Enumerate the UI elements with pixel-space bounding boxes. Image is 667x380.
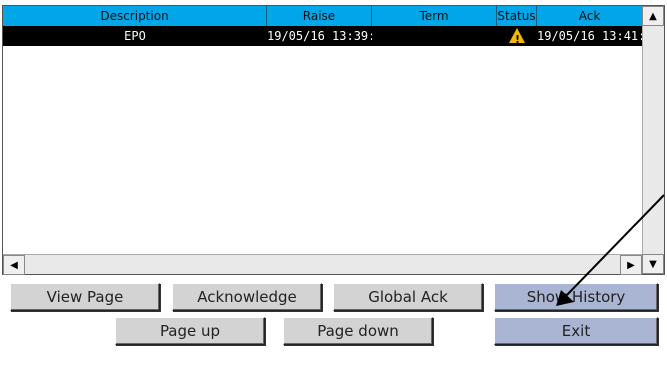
- pointer-arrow-icon: [556, 194, 665, 306]
